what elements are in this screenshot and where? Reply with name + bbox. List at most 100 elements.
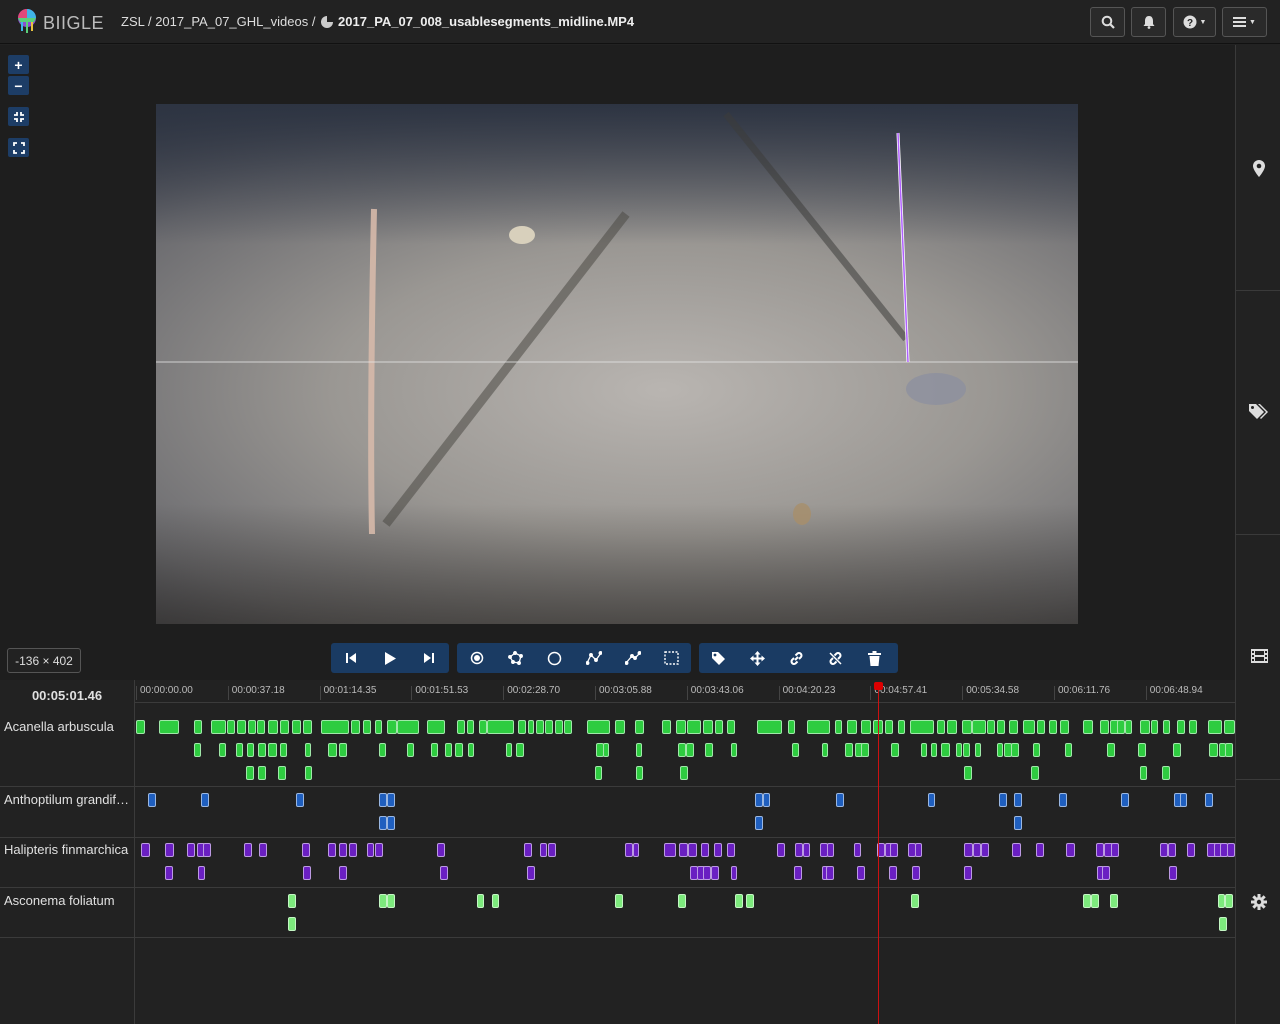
annotation-segment[interactable] [236, 743, 243, 757]
annotation-segment[interactable] [1060, 720, 1069, 734]
annotation-segment[interactable] [479, 720, 487, 734]
annotation-segment[interactable] [379, 894, 387, 908]
annotation-segment[interactable] [633, 843, 639, 857]
annotation-segment[interactable] [407, 743, 414, 757]
annotation-segment[interactable] [1066, 843, 1075, 857]
annotation-segment[interactable] [1218, 894, 1225, 908]
rectangle-tool-button[interactable] [652, 643, 691, 673]
delete-button[interactable] [855, 643, 894, 673]
annotation-segment[interactable] [375, 843, 383, 857]
annotation-segment[interactable] [937, 720, 945, 734]
annotation-segment[interactable] [445, 743, 452, 757]
video-frame[interactable] [156, 104, 1078, 624]
annotation-segment[interactable] [237, 720, 246, 734]
annotation-segment[interactable] [278, 766, 286, 780]
biigle-logo-icon[interactable] [14, 8, 40, 34]
main-menu-button[interactable]: ▼ [1222, 7, 1267, 37]
annotation-segment[interactable] [1083, 894, 1091, 908]
annotation-segment[interactable] [687, 720, 701, 734]
annotation-segment[interactable] [1091, 894, 1099, 908]
annotation-segment[interactable] [1205, 793, 1213, 807]
annotation-segment[interactable] [1011, 743, 1019, 757]
annotation-segment[interactable] [303, 720, 312, 734]
annotation-segment[interactable] [1031, 766, 1039, 780]
annotation-segment[interactable] [1036, 843, 1044, 857]
annotation-segment[interactable] [219, 743, 226, 757]
annotation-segment[interactable] [972, 720, 986, 734]
annotation-segment[interactable] [912, 866, 920, 880]
annotation-segment[interactable] [1125, 720, 1132, 734]
annotation-segment[interactable] [795, 843, 803, 857]
annotation-segment[interactable] [962, 720, 972, 734]
annotation-segment[interactable] [148, 793, 156, 807]
annotation-segment[interactable] [847, 720, 857, 734]
annotation-segment[interactable] [788, 720, 795, 734]
annotation-segment[interactable] [1037, 720, 1045, 734]
annotation-segment[interactable] [165, 843, 174, 857]
annotation-segment[interactable] [379, 743, 386, 757]
annotation-segment[interactable] [763, 793, 770, 807]
split-button[interactable] [816, 643, 855, 673]
annotation-segment[interactable] [468, 743, 474, 757]
annotation-segment[interactable] [387, 720, 397, 734]
annotation-segment[interactable] [861, 720, 871, 734]
polygon-tool-button[interactable] [496, 643, 535, 673]
annotation-segment[interactable] [703, 866, 711, 880]
annotation-segment[interactable] [999, 793, 1007, 807]
annotation-segment[interactable] [964, 843, 973, 857]
annotation-segment[interactable] [339, 743, 347, 757]
annotation-segment[interactable] [615, 720, 625, 734]
annotation-segment[interactable] [187, 843, 195, 857]
annotation-segment[interactable] [603, 743, 609, 757]
annotation-segment[interactable] [973, 843, 981, 857]
annotation-segment[interactable] [437, 843, 445, 857]
annotation-segment[interactable] [1012, 843, 1021, 857]
annotation-segment[interactable] [1049, 720, 1057, 734]
annotation-segment[interactable] [159, 720, 179, 734]
annotation-segment[interactable] [1163, 720, 1170, 734]
annotation-segment[interactable] [885, 720, 893, 734]
annotation-segment[interactable] [268, 743, 277, 757]
annotation-segment[interactable] [890, 843, 898, 857]
annotation-segment[interactable] [615, 894, 623, 908]
track-label[interactable]: Halipteris finmarchica [4, 842, 130, 857]
annotation-segment[interactable] [777, 843, 785, 857]
annotation-segment[interactable] [715, 720, 723, 734]
annotation-segment[interactable] [1177, 720, 1185, 734]
annotation-segment[interactable] [555, 720, 563, 734]
annotation-segment[interactable] [258, 743, 266, 757]
annotation-segment[interactable] [1140, 720, 1150, 734]
annotation-segment[interactable] [678, 894, 686, 908]
annotation-segment[interactable] [727, 843, 735, 857]
annotation-segment[interactable] [397, 720, 419, 734]
annotation-segment[interactable] [963, 743, 970, 757]
annotation-segment[interactable] [836, 793, 844, 807]
annotation-segment[interactable] [981, 843, 989, 857]
annotation-segment[interactable] [1219, 917, 1227, 931]
annotation-segment[interactable] [636, 766, 643, 780]
circle-tool-button[interactable] [535, 643, 574, 673]
annotation-segment[interactable] [794, 866, 802, 880]
annotation-segment[interactable] [889, 866, 897, 880]
annotation-segment[interactable] [339, 843, 347, 857]
annotation-segment[interactable] [431, 743, 438, 757]
annotation-segment[interactable] [664, 843, 676, 857]
annotation-segment[interactable] [731, 866, 737, 880]
linestring-tool-button[interactable] [574, 643, 613, 673]
fullscreen-button[interactable] [8, 138, 29, 157]
annotation-segment[interactable] [540, 843, 547, 857]
annotation-segment[interactable] [201, 793, 209, 807]
annotation-segment[interactable] [296, 793, 304, 807]
annotation-segment[interactable] [807, 720, 830, 734]
annotation-segment[interactable] [492, 894, 499, 908]
annotation-segment[interactable] [714, 843, 722, 857]
annotation-segment[interactable] [956, 743, 962, 757]
annotation-segment[interactable] [757, 720, 782, 734]
sidebar-tab-map[interactable] [1248, 157, 1270, 179]
track-label[interactable]: Acanella arbuscula [4, 719, 130, 734]
annotation-segment[interactable] [678, 743, 686, 757]
annotation-segment[interactable] [349, 843, 357, 857]
annotation-segment[interactable] [822, 743, 828, 757]
annotation-segment[interactable] [746, 894, 754, 908]
annotation-segment[interactable] [997, 743, 1003, 757]
